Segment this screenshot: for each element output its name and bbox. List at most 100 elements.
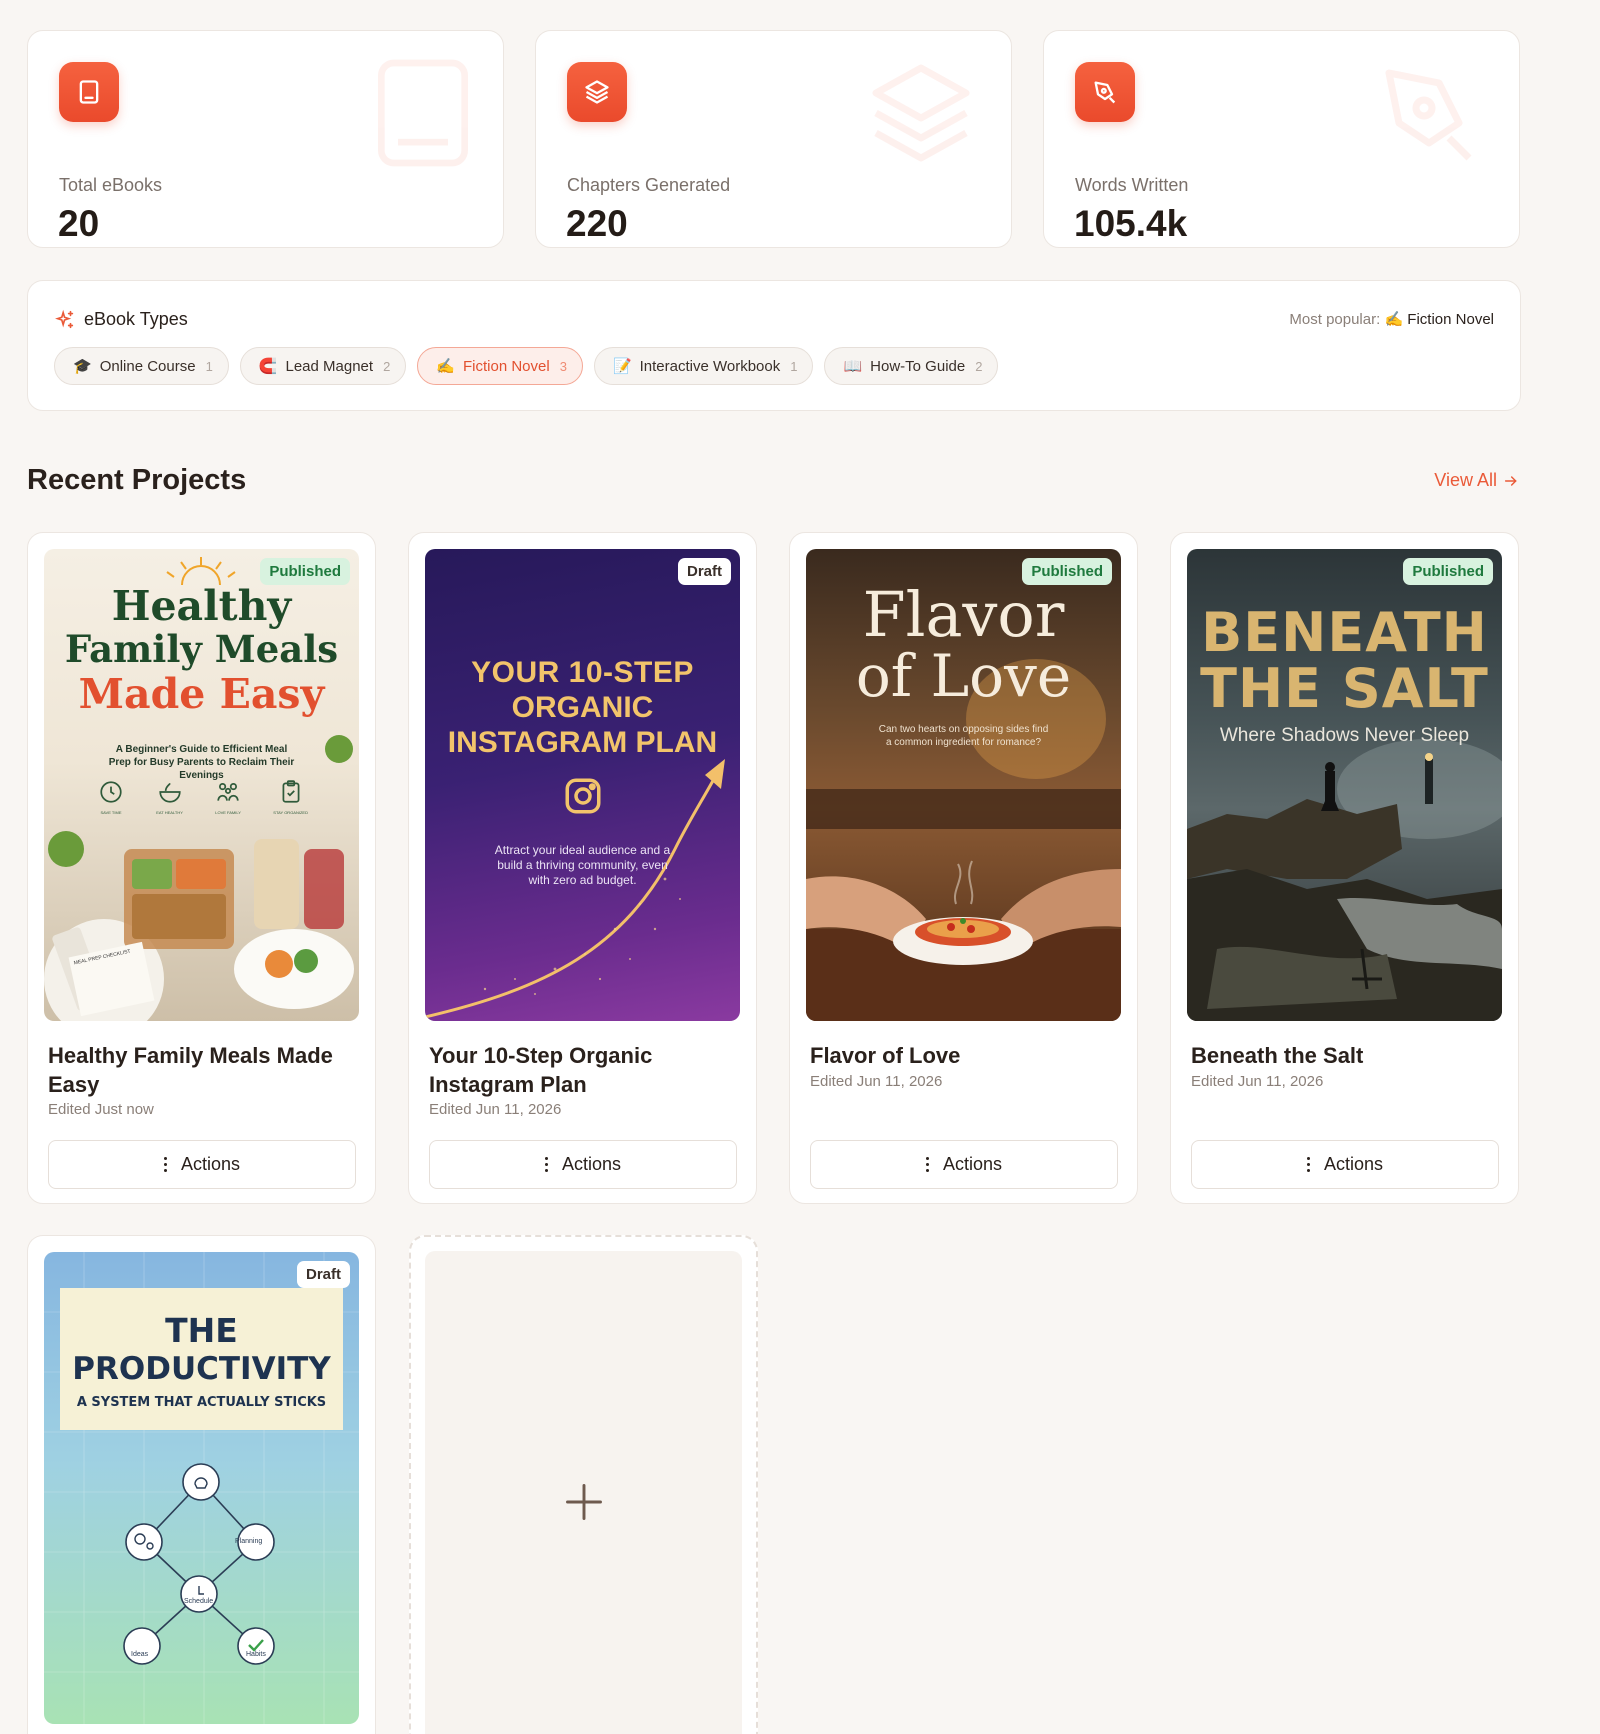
chip-count: 1	[205, 358, 213, 374]
project-cover[interactable]: Flavor of Love Can two hearts on opposin…	[806, 549, 1121, 1021]
cover-title-line1: BENEATH	[1201, 601, 1488, 664]
more-vertical-icon	[163, 1157, 167, 1172]
stat-value: 20	[58, 203, 100, 244]
cover-title-line2: Family Meals	[64, 627, 339, 671]
actions-button[interactable]: Actions	[429, 1140, 737, 1189]
chip-count: 2	[383, 358, 391, 374]
instagram-icon	[562, 775, 604, 822]
ebook-types-title: eBook Types	[84, 309, 188, 329]
chip-label: How-To Guide	[870, 357, 966, 375]
project-title[interactable]: Beneath the Salt	[1191, 1041, 1501, 1070]
cover-subtitle: A SYSTEM THAT ACTUALLY STICKS	[76, 1395, 327, 1410]
most-popular: Most popular: ✍️ Fiction Novel	[1289, 310, 1494, 328]
more-vertical-icon	[925, 1157, 929, 1172]
cover-subtitle: Where Shadows Never Sleep	[1219, 725, 1470, 746]
cover-title-line2: PRODUCTIVITY	[72, 1351, 331, 1387]
cover-title-line1: YOUR 10-STEP	[471, 656, 694, 689]
graduation-cap-icon: 🎓	[73, 358, 92, 375]
actions-label: Actions	[561, 1154, 622, 1174]
view-all-link[interactable]: View All	[1434, 470, 1519, 491]
project-card[interactable]: Flavor of Love Can two hearts on opposin…	[789, 532, 1138, 1204]
status-badge: Published	[260, 558, 350, 585]
chip-label: Fiction Novel	[463, 357, 550, 375]
actions-button[interactable]: Actions	[1191, 1140, 1499, 1189]
cover-icon-caption: LOVE FAMILY	[215, 810, 241, 815]
new-project-tile[interactable]	[425, 1251, 742, 1734]
project-edited: Edited Just now	[48, 1101, 154, 1118]
project-card[interactable]: YOUR 10-STEP ORGANIC INSTAGRAM PLAN Attr…	[408, 532, 757, 1204]
layers-icon	[861, 53, 981, 178]
chip-label: Interactive Workbook	[639, 357, 781, 375]
stat-label: Total eBooks	[59, 175, 163, 195]
chip-online-course[interactable]: 🎓 Online Course 1	[54, 347, 229, 385]
writing-hand-icon: ✍️	[436, 358, 455, 375]
new-project-card[interactable]	[409, 1235, 758, 1734]
chip-label: Lead Magnet	[285, 357, 374, 375]
clock-icon: SAVE TIME	[98, 779, 124, 815]
book-icon	[59, 62, 119, 122]
cover-title-line2: ORGANIC	[511, 691, 654, 724]
actions-label: Actions	[1323, 1154, 1384, 1174]
most-popular-value: ✍️ Fiction Novel	[1384, 311, 1494, 328]
cover-subtitle: Can two hearts on opposing sides find a …	[878, 724, 1049, 748]
layers-icon	[567, 62, 627, 122]
chip-lead-magnet[interactable]: 🧲 Lead Magnet 2	[239, 347, 407, 385]
pen-nib-icon	[1075, 62, 1135, 122]
chip-fiction-novel[interactable]: ✍️ Fiction Novel 3	[417, 347, 583, 385]
project-title[interactable]: Your 10-Step Organic Instagram Plan	[429, 1041, 739, 1099]
more-vertical-icon	[544, 1157, 548, 1172]
recent-projects-title: Recent Projects	[27, 464, 247, 496]
project-title[interactable]: Flavor of Love	[810, 1041, 1120, 1070]
ebook-type-chips: 🎓 Online Course 1 🧲 Lead Magnet 2 ✍️ Fic…	[54, 347, 999, 385]
stat-card-words: Words Written 105.4k	[1043, 30, 1520, 248]
magnet-icon: 🧲	[258, 358, 278, 375]
project-cover[interactable]: YOUR 10-STEP ORGANIC INSTAGRAM PLAN Attr…	[425, 549, 740, 1021]
cover-title-line2: THE SALT	[1200, 657, 1489, 720]
project-card[interactable]: THE PRODUCTIVITY A SYSTEM THAT ACTUALLY …	[27, 1235, 376, 1734]
stat-card-chapters: Chapters Generated 220	[535, 30, 1012, 248]
status-badge: Draft	[677, 558, 731, 585]
chip-count: 1	[790, 358, 798, 374]
view-all-label: View All	[1434, 470, 1497, 490]
actions-button[interactable]: Actions	[48, 1140, 356, 1189]
status-badge: Published	[1403, 558, 1493, 585]
cover-title-line3: Made Easy	[78, 670, 325, 718]
sparkles-icon	[54, 309, 76, 336]
most-popular-label: Most popular:	[1289, 311, 1381, 328]
chip-how-to-guide[interactable]: 📖 How-To Guide 2	[824, 347, 999, 385]
project-card[interactable]: BENEATH THE SALT Where Shadows Never Sle…	[1170, 532, 1519, 1204]
cover-icon-caption: SAVE TIME	[100, 810, 122, 815]
stat-value: 220	[566, 203, 628, 244]
cover-title-line3: INSTAGRAM PLAN	[447, 726, 718, 759]
status-badge: Published	[1022, 558, 1112, 585]
chip-count: 3	[559, 358, 567, 374]
pen-nib-icon	[1369, 53, 1489, 178]
actions-label: Actions	[942, 1154, 1003, 1174]
cover-icon-row: SAVE TIME EAT HEALTHY LOVE FAMILY STAY O…	[98, 779, 308, 815]
project-cover[interactable]: Healthy Family Meals Made Easy A Beginne…	[44, 549, 359, 1021]
project-edited: Edited Jun 11, 2026	[810, 1073, 943, 1090]
chip-label: Online Course	[99, 357, 196, 375]
clipboard-check-icon: STAY ORGANIZED	[273, 779, 308, 815]
actions-button[interactable]: Actions	[810, 1140, 1118, 1189]
stat-label: Words Written	[1075, 175, 1189, 195]
open-book-icon: 📖	[843, 358, 863, 375]
more-vertical-icon	[1306, 1157, 1310, 1172]
stat-value: 105.4k	[1074, 203, 1188, 244]
status-badge: Draft	[296, 1261, 350, 1288]
stat-card-total-ebooks: Total eBooks 20	[27, 30, 504, 248]
project-cover[interactable]: BENEATH THE SALT Where Shadows Never Sle…	[1187, 549, 1502, 1021]
project-title[interactable]: Healthy Family Meals Made Easy	[48, 1041, 358, 1099]
project-edited: Edited Jun 11, 2026	[429, 1101, 562, 1118]
cover-node-label: Planning	[235, 1538, 263, 1545]
actions-label: Actions	[180, 1154, 241, 1174]
stat-label: Chapters Generated	[567, 175, 731, 195]
project-edited: Edited Jun 11, 2026	[1191, 1073, 1324, 1090]
bowl-icon: EAT HEALTHY	[156, 779, 183, 815]
memo-icon: 📝	[612, 358, 632, 375]
project-cover[interactable]: THE PRODUCTIVITY A SYSTEM THAT ACTUALLY …	[44, 1252, 359, 1724]
project-card[interactable]: Healthy Family Meals Made Easy A Beginne…	[27, 532, 376, 1204]
chip-interactive-workbook[interactable]: 📝 Interactive Workbook 1	[593, 347, 814, 385]
cover-node-label: Schedule	[184, 1598, 214, 1605]
plus-icon	[565, 1484, 602, 1520]
